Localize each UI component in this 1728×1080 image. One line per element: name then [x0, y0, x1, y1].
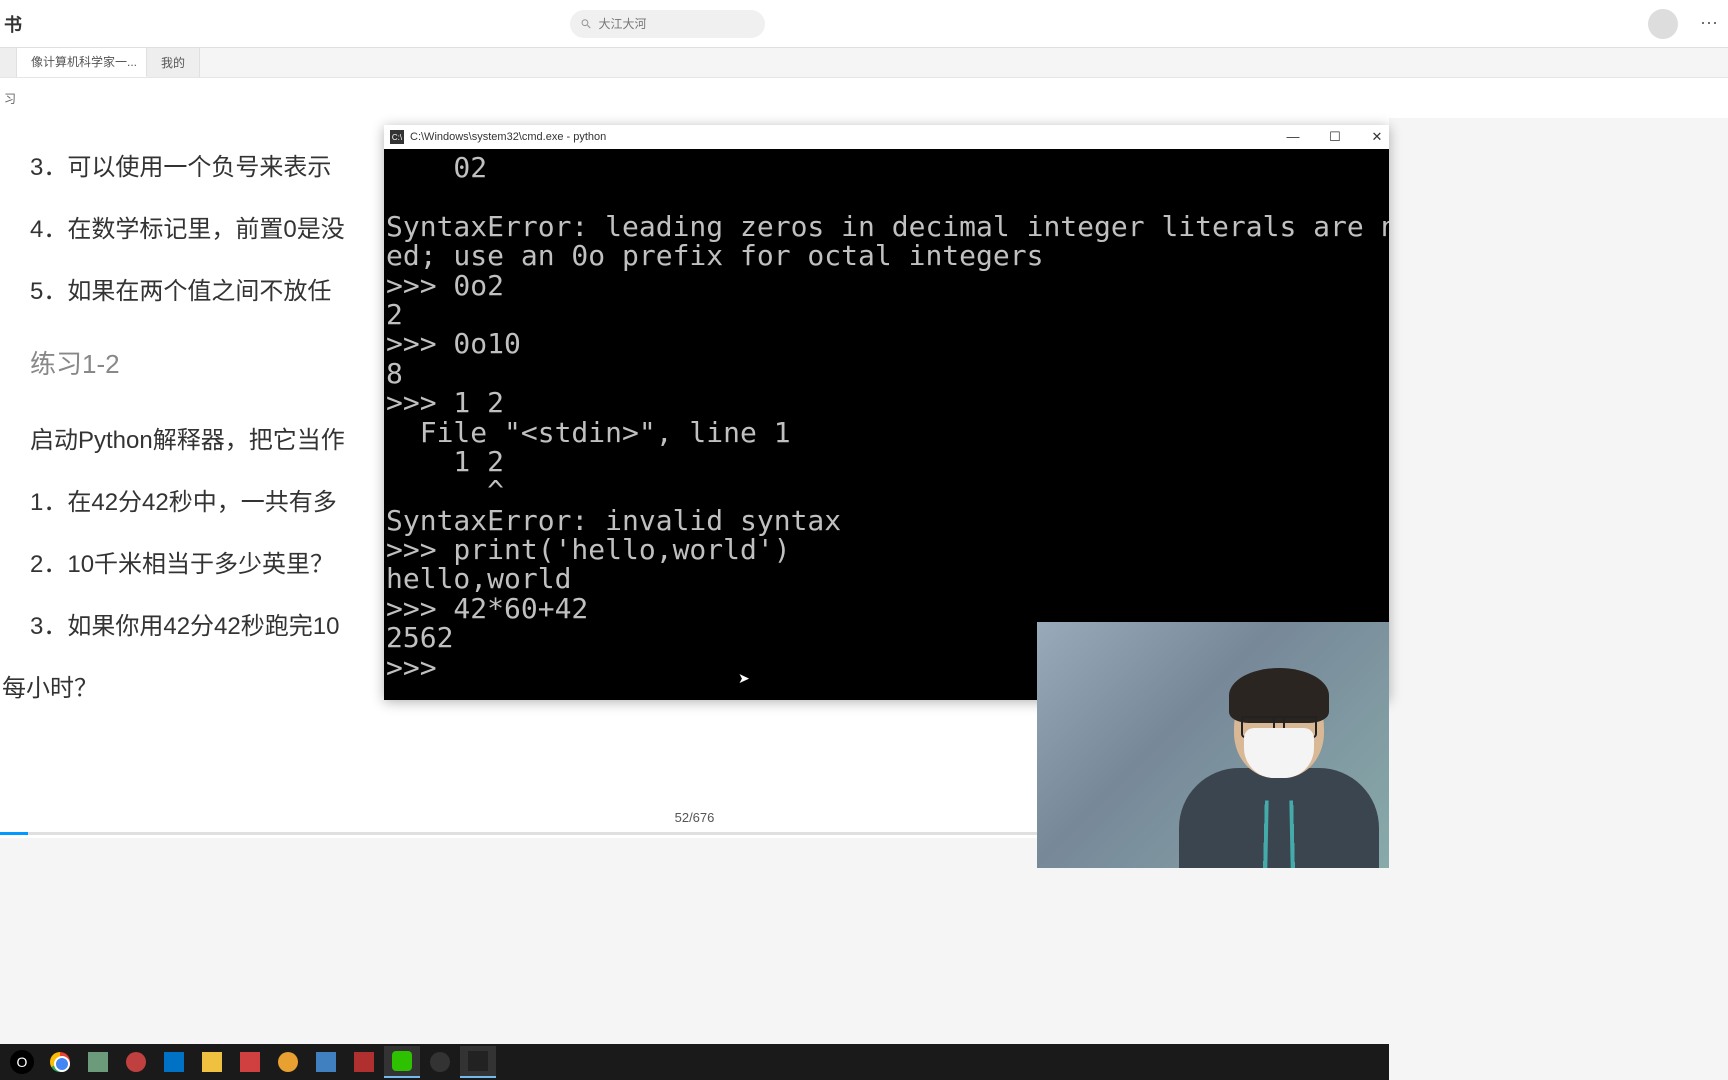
taskbar-notes[interactable]: [80, 1046, 116, 1078]
app-header: 书 ⋯: [0, 0, 1728, 48]
taskbar-start[interactable]: O: [4, 1046, 40, 1078]
avatar[interactable]: [1648, 9, 1678, 39]
taskbar-chrome[interactable]: [42, 1046, 78, 1078]
taskbar-terminal[interactable]: [460, 1046, 496, 1078]
taskbar-adobe[interactable]: [346, 1046, 382, 1078]
search-box[interactable]: [570, 10, 765, 38]
taskbar-video[interactable]: [308, 1046, 344, 1078]
search-icon: [580, 17, 593, 31]
taskbar-outlook[interactable]: [156, 1046, 192, 1078]
breadcrumb-text: 习: [4, 90, 16, 107]
taskbar-sun[interactable]: [270, 1046, 306, 1078]
webcam-person: [1189, 658, 1369, 868]
window-controls: — ☐ ✕: [1283, 129, 1387, 145]
tab-strip: 像计算机科学家一... ✕ 我的: [0, 48, 1728, 78]
app-logo: 书: [0, 11, 22, 37]
tab-active-label: 像计算机科学家一...: [31, 53, 137, 70]
taskbar-wechat[interactable]: [384, 1046, 420, 1078]
maximize-button[interactable]: ☐: [1325, 129, 1345, 145]
tab-first[interactable]: [0, 47, 17, 77]
close-button[interactable]: ✕: [1367, 129, 1387, 145]
cmd-output[interactable]: 02 SyntaxError: leading zeros in decimal…: [384, 149, 1389, 700]
tab-mine[interactable]: 我的: [147, 47, 200, 77]
breadcrumb: 习: [0, 78, 1728, 118]
taskbar: O: [0, 1044, 1389, 1080]
search-input[interactable]: [599, 17, 755, 31]
cmd-window[interactable]: C:\ C:\Windows\system32\cmd.exe - python…: [384, 125, 1389, 700]
taskbar-files[interactable]: [194, 1046, 230, 1078]
minimize-button[interactable]: —: [1283, 129, 1303, 145]
more-menu-icon[interactable]: ⋯: [1700, 13, 1718, 34]
tab-active[interactable]: 像计算机科学家一... ✕: [17, 47, 147, 77]
progress-fill: [0, 832, 28, 835]
cmd-titlebar[interactable]: C:\ C:\Windows\system32\cmd.exe - python…: [384, 125, 1389, 149]
cmd-icon: C:\: [390, 130, 404, 144]
taskbar-pdf[interactable]: [232, 1046, 268, 1078]
webcam-overlay: [1037, 622, 1389, 868]
taskbar-obs[interactable]: [422, 1046, 458, 1078]
cmd-title: C:\Windows\system32\cmd.exe - python: [410, 131, 606, 143]
taskbar-search[interactable]: [118, 1046, 154, 1078]
